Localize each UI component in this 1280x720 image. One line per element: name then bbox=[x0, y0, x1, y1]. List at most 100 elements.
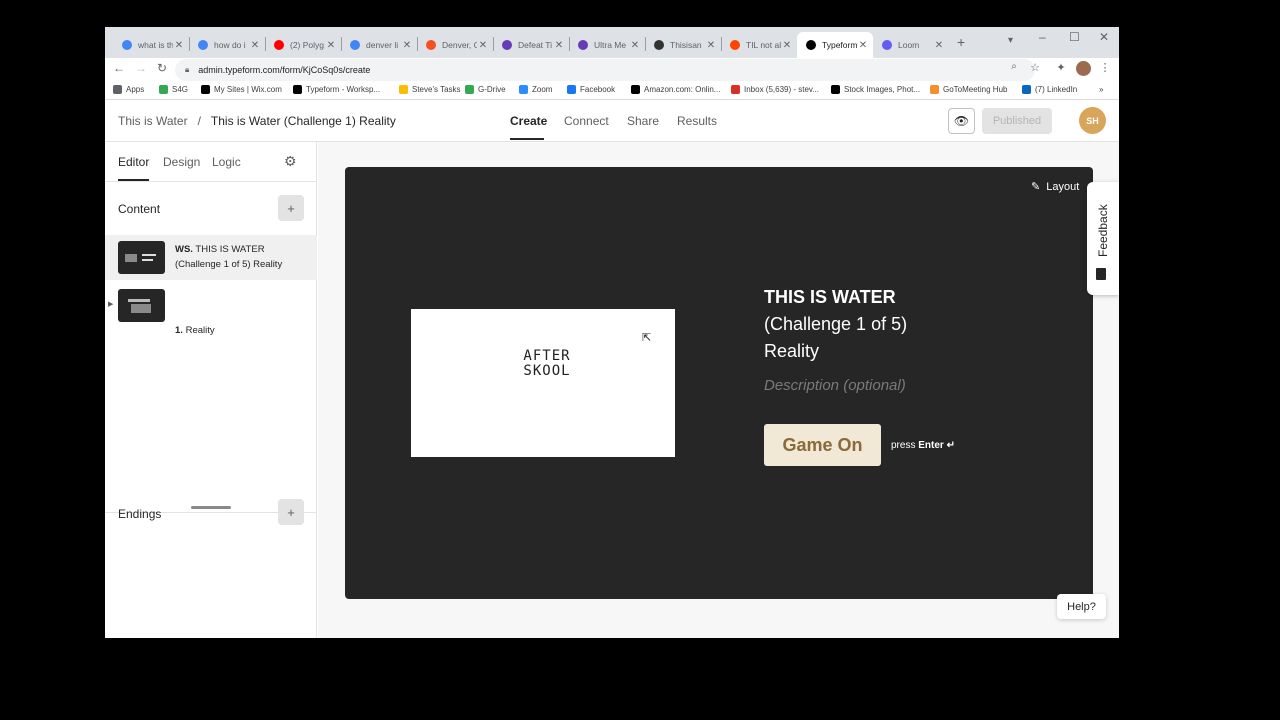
item-prefix: WS. bbox=[175, 244, 193, 255]
bookmark-label: (7) LinkedIn bbox=[1035, 85, 1078, 94]
bookmark-item[interactable]: Typeform - Worksp... bbox=[293, 85, 380, 94]
bookmark-item[interactable]: Zoom bbox=[519, 85, 552, 94]
bookmark-item[interactable]: GoToMeeting Hub bbox=[930, 85, 1007, 94]
tab-logic[interactable]: Logic bbox=[212, 155, 241, 169]
address-bar[interactable]: 🔒︎ admin.typeform.com/form/KjCoSq0s/crea… bbox=[175, 59, 1035, 81]
browser-tab[interactable]: TIL not al ✕ bbox=[721, 32, 797, 58]
bookmark-star-icon[interactable]: ☆ bbox=[1027, 61, 1043, 74]
tab-title: how do i bbox=[214, 40, 246, 50]
browser-tab[interactable]: Thisisan ✕ bbox=[645, 32, 721, 58]
tab-connect[interactable]: Connect bbox=[564, 114, 609, 128]
close-window-icon[interactable]: ✕ bbox=[1099, 30, 1109, 44]
url-text: admin.typeform.com/form/KjCoSq0s/create bbox=[198, 65, 371, 75]
bookmark-item[interactable]: G-Drive bbox=[465, 85, 506, 94]
close-tab-icon[interactable]: ✕ bbox=[857, 40, 869, 51]
media-line2: SKOOL bbox=[523, 363, 571, 379]
bookmark-item[interactable]: My Sites | Wix.com bbox=[201, 85, 282, 94]
browser-tab[interactable]: Defeat Ti ✕ bbox=[493, 32, 569, 58]
title-line1: THIS IS WATER bbox=[764, 287, 896, 307]
close-tab-icon[interactable]: ✕ bbox=[705, 40, 717, 51]
bookmark-label: Apps bbox=[126, 85, 145, 94]
bookmarks-bar: Apps S4G My Sites | Wix.com Typeform - Work… bbox=[105, 82, 1119, 100]
close-tab-icon[interactable]: ✕ bbox=[401, 40, 413, 51]
browser-tab[interactable]: denver li ✕ bbox=[341, 32, 417, 58]
welcome-title[interactable]: THIS IS WATER (Challenge 1 of 5) Reality bbox=[764, 284, 907, 365]
bookmark-item[interactable]: S4G bbox=[159, 85, 188, 94]
back-icon[interactable]: ← bbox=[111, 61, 127, 75]
close-tab-icon[interactable]: ✕ bbox=[173, 40, 185, 51]
bookmark-item[interactable]: Inbox (5,639) - stev... bbox=[731, 85, 819, 94]
bookmark-item[interactable]: (7) LinkedIn bbox=[1022, 85, 1077, 94]
close-tab-icon[interactable]: ✕ bbox=[249, 40, 261, 51]
browser-tab[interactable]: (2) Polyg ✕ bbox=[265, 32, 341, 58]
close-tab-icon[interactable]: ✕ bbox=[933, 40, 945, 51]
tab-title: TIL not al bbox=[746, 40, 781, 50]
expand-icon[interactable]: ▶ bbox=[108, 300, 113, 308]
tab-title: Ultra Me bbox=[594, 40, 627, 50]
workspace-link[interactable]: This is Water bbox=[118, 114, 188, 128]
close-tab-icon[interactable]: ✕ bbox=[553, 40, 565, 51]
reload-icon[interactable]: ↻ bbox=[154, 61, 170, 75]
pencil-icon: ✎ bbox=[1031, 181, 1041, 193]
preview-stage[interactable]: ✎ Layout AFTER SKOOL ⇱ THIS IS WATER (Ch… bbox=[345, 167, 1093, 599]
layout-button[interactable]: ✎ Layout bbox=[1031, 180, 1079, 194]
new-tab-icon[interactable]: + bbox=[957, 34, 965, 50]
bookmark-icon bbox=[159, 85, 168, 94]
google-icon bbox=[198, 40, 208, 50]
resize-handle[interactable] bbox=[191, 506, 231, 509]
close-tab-icon[interactable]: ✕ bbox=[325, 40, 337, 51]
tab-design[interactable]: Design bbox=[163, 155, 200, 169]
tab-editor[interactable]: Editor bbox=[118, 155, 149, 169]
tab-search-icon[interactable]: ▾ bbox=[1008, 35, 1013, 46]
minimize-icon[interactable]: – bbox=[1039, 30, 1046, 44]
help-button[interactable]: Help? bbox=[1057, 594, 1106, 619]
add-content-button[interactable]: + bbox=[278, 195, 304, 221]
browser-tab[interactable]: Typeform ✕ bbox=[797, 32, 873, 58]
published-button[interactable]: Published bbox=[982, 108, 1052, 134]
tab-strip: what is th ✕ how do i ✕ (2) Polyg ✕ denver li ✕… bbox=[105, 27, 1119, 58]
bookmark-item[interactable]: Stock Images, Phot... bbox=[831, 85, 920, 94]
description-field[interactable]: Description (optional) bbox=[764, 377, 906, 394]
form-title[interactable]: This is Water (Challenge 1) Reality bbox=[211, 114, 396, 128]
bookmark-item[interactable]: Apps bbox=[113, 85, 144, 94]
bookmark-item[interactable]: Steve's Tasks bbox=[399, 85, 461, 94]
game-on-button[interactable]: Game On bbox=[764, 424, 881, 466]
extensions-icon[interactable]: ✦ bbox=[1053, 61, 1069, 74]
media-line1: AFTER bbox=[523, 348, 571, 364]
forward-icon[interactable]: → bbox=[133, 61, 149, 75]
add-ending-button[interactable]: + bbox=[278, 499, 304, 525]
browser-tab[interactable]: how do i ✕ bbox=[189, 32, 265, 58]
browser-tab[interactable]: Denver, C ✕ bbox=[417, 32, 493, 58]
bookmark-label: GoToMeeting Hub bbox=[943, 85, 1008, 94]
close-tab-icon[interactable]: ✕ bbox=[477, 40, 489, 51]
statement-thumbnail[interactable] bbox=[118, 289, 165, 322]
close-tab-icon[interactable]: ✕ bbox=[629, 40, 641, 51]
feedback-tab[interactable]: Feedback bbox=[1087, 182, 1119, 295]
profile-avatar[interactable] bbox=[1076, 61, 1091, 76]
bookmark-icon bbox=[930, 85, 939, 94]
bookmark-item[interactable]: Amazon.com: Onlin... bbox=[631, 85, 720, 94]
gear-icon[interactable]: ⚙ bbox=[284, 153, 297, 170]
browser-tab[interactable]: Loom ✕ bbox=[873, 32, 949, 58]
zoom-icon[interactable]: ⌕ bbox=[1006, 61, 1022, 72]
list-item-text[interactable]: 1. Reality bbox=[175, 323, 215, 338]
bookmark-icon bbox=[399, 85, 408, 94]
bookmark-icon bbox=[293, 85, 302, 94]
tab-create[interactable]: Create bbox=[510, 114, 547, 128]
menu-icon[interactable]: ⋮ bbox=[1097, 61, 1113, 74]
bookmark-item[interactable]: Facebook bbox=[567, 85, 615, 94]
tab-results[interactable]: Results bbox=[677, 114, 717, 128]
media-image[interactable]: AFTER SKOOL ⇱ bbox=[411, 309, 675, 457]
breadcrumb: This is Water / This is Water (Challenge… bbox=[118, 114, 396, 128]
tab-share[interactable]: Share bbox=[627, 114, 659, 128]
browser-tab[interactable]: what is th ✕ bbox=[113, 32, 189, 58]
browser-tab[interactable]: Ultra Me ✕ bbox=[569, 32, 645, 58]
list-item-welcome-screen[interactable]: WS. THIS IS WATER (Challenge 1 of 5) Rea… bbox=[105, 235, 317, 280]
reddit-icon bbox=[730, 40, 740, 50]
preview-button[interactable]: 👁︎ bbox=[948, 108, 975, 134]
maximize-icon[interactable]: ☐ bbox=[1069, 30, 1080, 44]
close-tab-icon[interactable]: ✕ bbox=[781, 40, 793, 51]
avatar[interactable]: SH bbox=[1079, 107, 1106, 134]
more-bookmarks-icon[interactable]: » bbox=[1099, 85, 1103, 94]
form-icon bbox=[578, 40, 588, 50]
